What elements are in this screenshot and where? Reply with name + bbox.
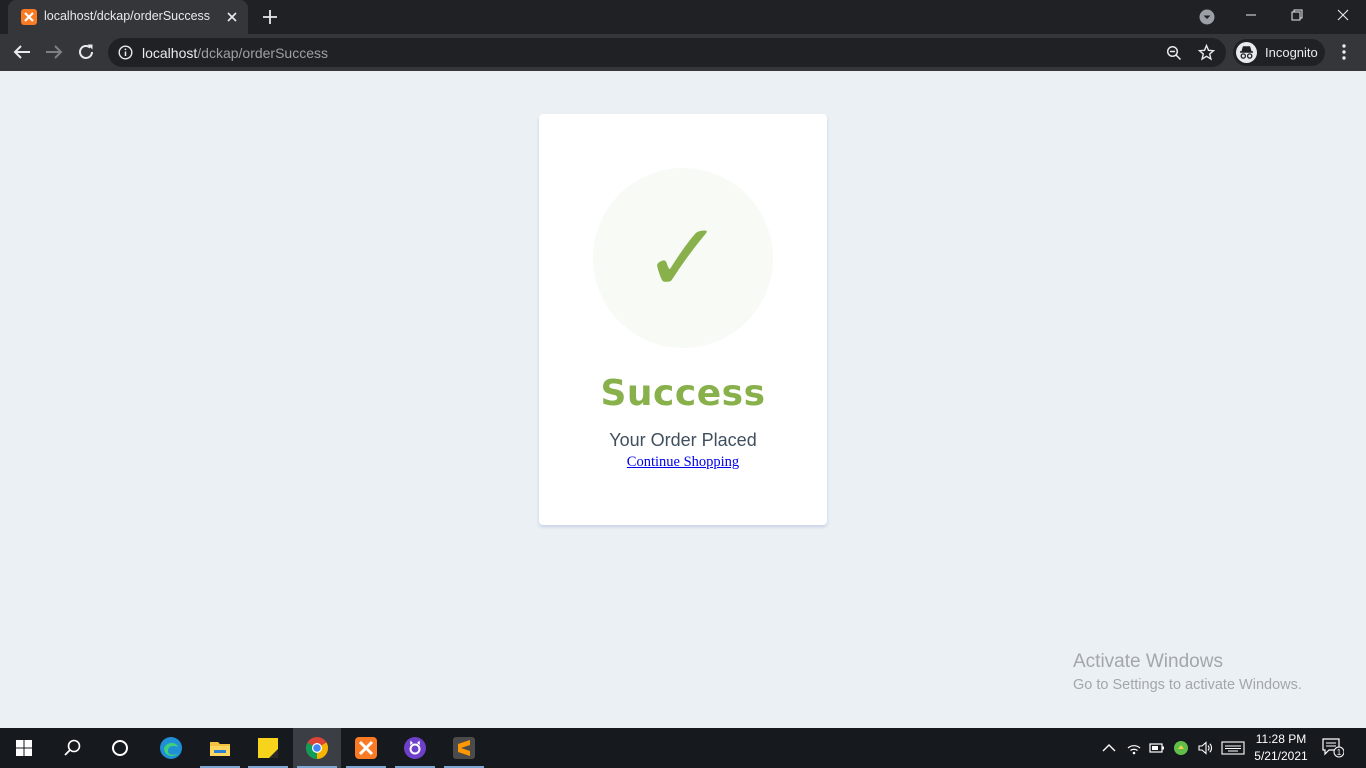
continue-shopping-link[interactable]: Continue Shopping [539,454,827,471]
bookmark-star-icon[interactable] [1197,43,1216,61]
sticky-notes-icon [258,738,278,758]
watermark-title: Activate Windows [1073,651,1223,672]
cortana-icon [112,740,128,756]
taskbar-app-file-explorer[interactable] [196,728,244,768]
search-icon [64,739,81,756]
restore-window-icon[interactable] [1274,0,1320,32]
sublime-text-icon [453,737,475,759]
start-icon [16,740,32,756]
taskbar-app-edge[interactable] [147,728,195,768]
start-button[interactable] [0,728,48,768]
github-desktop-icon [404,737,426,759]
taskbar-clock[interactable]: 11:28 PM 5/21/2021 [1250,731,1312,765]
app-status-icon[interactable] [1173,740,1189,756]
minimize-window-icon[interactable] [1228,0,1274,32]
new-tab-icon[interactable] [259,6,281,28]
reload-icon[interactable] [74,40,98,64]
close-tab-icon[interactable] [224,9,240,25]
taskbar-app-github-desktop[interactable] [391,728,439,768]
back-arrow-icon[interactable] [10,40,34,64]
xampp-icon [355,737,377,759]
watermark-subtitle: Go to Settings to activate Windows. [1073,677,1302,693]
url-path: /dckap/orderSuccess [197,45,328,61]
tab-search-icon[interactable] [1199,9,1215,25]
clock-time: 11:28 PM [1255,732,1307,746]
incognito-icon [1236,42,1257,63]
incognito-badge[interactable]: Incognito [1233,39,1325,66]
chrome-icon [306,737,328,759]
xampp-favicon-icon [21,9,37,25]
browser-toolbar: localhost/dckap/orderSuccess Incognito [0,34,1366,71]
zoom-icon[interactable] [1166,45,1182,61]
page-content: ✓ Success Your Order Placed Continue Sho… [0,71,1366,728]
taskbar-search-button[interactable] [48,728,96,768]
clock-date: 5/21/2021 [1254,749,1308,763]
browser-menu-icon[interactable] [1336,42,1352,62]
taskbar-app-xampp[interactable] [342,728,390,768]
site-info-icon[interactable] [118,45,133,60]
volume-icon[interactable] [1197,740,1213,756]
order-success-card: ✓ Success Your Order Placed Continue Sho… [539,114,827,525]
keyboard-icon[interactable] [1221,740,1245,756]
activate-windows-watermark: Activate Windows Go to Settings to activ… [1073,651,1302,693]
url-host: localhost [142,45,198,61]
close-window-icon[interactable] [1320,0,1366,32]
notification-count: 1 [1337,748,1342,757]
edge-icon [160,737,182,759]
browser-tab-strip: localhost/dckap/orderSuccess [0,0,1366,34]
incognito-label: Incognito [1265,45,1318,60]
checkmark-icon: ✓ [642,202,724,314]
address-bar[interactable]: localhost/dckap/orderSuccess [108,38,1226,67]
file-explorer-icon [210,742,230,756]
taskbar-app-sticky-notes[interactable] [244,728,292,768]
success-heading: Success [600,373,766,414]
taskbar-app-chrome[interactable] [293,728,341,768]
windows-taskbar: 11:28 PM 5/21/2021 1 [0,728,1366,768]
forward-arrow-icon[interactable] [42,40,66,64]
taskbar-app-sublime-text[interactable] [440,728,488,768]
network-icon[interactable] [1126,740,1142,756]
success-circle: ✓ [593,168,773,348]
browser-tab[interactable]: localhost/dckap/orderSuccess [8,0,248,34]
battery-icon[interactable] [1149,740,1165,756]
tab-title: localhost/dckap/orderSuccess [44,9,211,23]
url-text: localhost/dckap/orderSuccess [142,45,328,61]
order-placed-message: Your Order Placed [609,430,757,450]
notification-center-icon[interactable]: 1 [1322,738,1345,758]
cortana-button[interactable] [96,728,144,768]
chevron-up-icon[interactable] [1101,740,1117,756]
